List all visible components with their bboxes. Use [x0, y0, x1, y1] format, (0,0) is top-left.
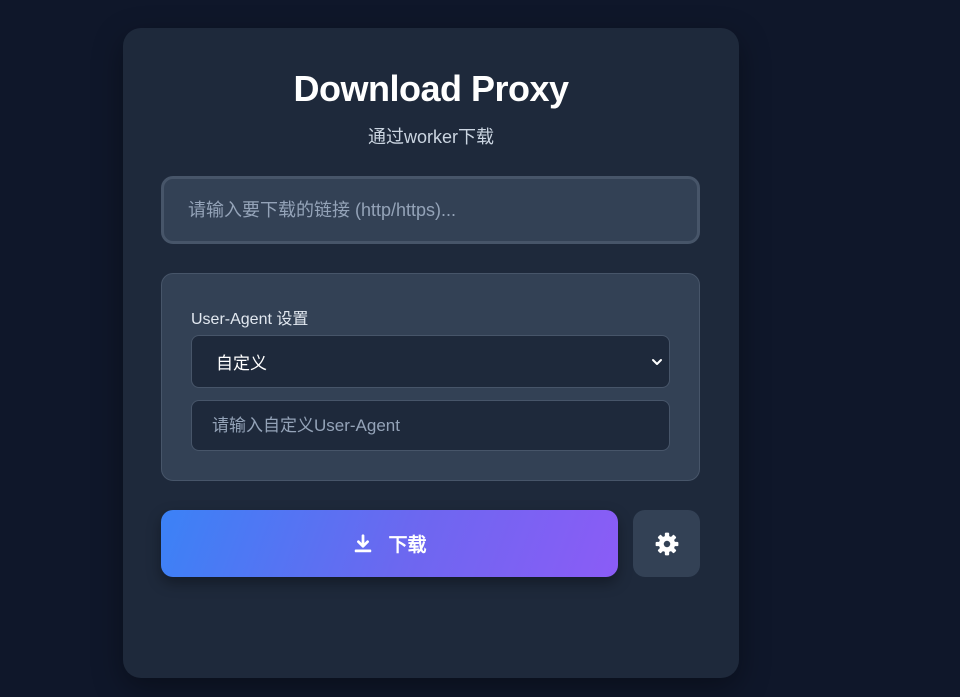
user-agent-select[interactable]: 自定义	[191, 335, 670, 388]
custom-user-agent-input[interactable]	[191, 400, 670, 451]
settings-button[interactable]	[633, 510, 700, 577]
download-icon	[355, 533, 372, 552]
download-button-label: 下载	[388, 535, 427, 556]
user-agent-label: User-Agent 设置	[191, 311, 309, 328]
url-input[interactable]	[161, 176, 700, 244]
chevron-down-icon	[652, 358, 662, 365]
user-agent-panel: User-Agent 设置 自定义	[161, 273, 700, 481]
gear-icon	[655, 532, 678, 555]
page-title: Download Proxy	[293, 68, 569, 109]
user-agent-selected-value: 自定义	[216, 354, 267, 373]
download-button[interactable]: 下载	[161, 510, 618, 577]
page-subtitle: 通过worker下载	[367, 127, 494, 147]
download-card: Download Proxy 通过worker下载 User-Agent 设置 …	[123, 28, 739, 678]
